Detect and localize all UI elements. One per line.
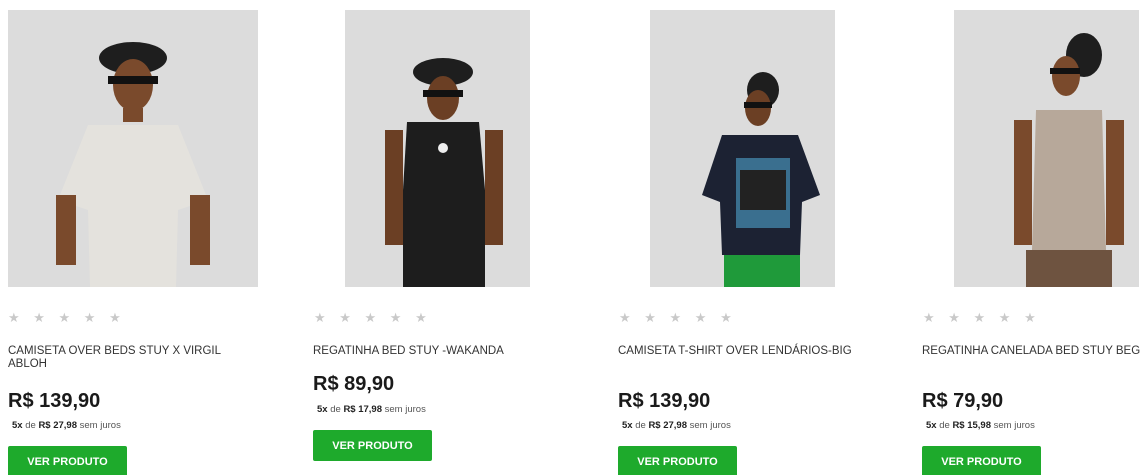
product-title[interactable]: CAMISETA T-SHIRT OVER LENDÁRIOS-BIG [618, 345, 858, 358]
product-card: ★ ★ ★ ★ ★ CAMISETA OVER BEDS STUY X VIRG… [8, 0, 258, 475]
product-price: R$ 139,90 [8, 390, 101, 412]
product-card: ★ ★ ★ ★ ★ REGATINHA CANELADA BED STUY BE… [922, 0, 1140, 475]
product-price: R$ 139,90 [618, 390, 711, 412]
rating-stars: ★ ★ ★ ★ ★ [619, 310, 737, 325]
rating-stars: ★ ★ ★ ★ ★ [923, 310, 1041, 325]
installment-info: 5x de R$ 17,98 sem juros [317, 404, 426, 415]
installment-value: R$ 27,98 [38, 420, 77, 431]
product-card: ★ ★ ★ ★ ★ REGATINHA BED STUY -WAKANDA R$… [313, 0, 553, 475]
installment-suffix: sem juros [993, 420, 1035, 431]
installment-count: 5x [622, 420, 633, 431]
view-product-button[interactable]: VER PRODUTO [313, 430, 432, 461]
rating-stars: ★ ★ ★ ★ ★ [314, 310, 432, 325]
product-image[interactable] [954, 10, 1139, 287]
product-image[interactable] [8, 10, 258, 287]
installment-info: 5x de R$ 15,98 sem juros [926, 420, 1035, 431]
installment-suffix: sem juros [79, 420, 121, 431]
installment-de: de [635, 420, 646, 431]
product-image[interactable] [650, 10, 835, 287]
installment-de: de [330, 404, 341, 415]
product-title[interactable]: REGATINHA BED STUY -WAKANDA [313, 345, 553, 358]
installment-count: 5x [317, 404, 328, 415]
installment-count: 5x [12, 420, 23, 431]
product-title[interactable]: REGATINHA CANELADA BED STUY BEGE [922, 345, 1140, 358]
installment-suffix: sem juros [384, 404, 426, 415]
installment-info: 5x de R$ 27,98 sem juros [12, 420, 121, 431]
product-image[interactable] [345, 10, 530, 287]
installment-count: 5x [926, 420, 937, 431]
installment-suffix: sem juros [689, 420, 731, 431]
product-grid: ★ ★ ★ ★ ★ CAMISETA OVER BEDS STUY X VIRG… [0, 0, 1140, 475]
installment-info: 5x de R$ 27,98 sem juros [622, 420, 731, 431]
installment-de: de [25, 420, 36, 431]
view-product-button[interactable]: VER PRODUTO [618, 446, 737, 475]
product-price: R$ 79,90 [922, 390, 1004, 412]
installment-value: R$ 17,98 [343, 404, 382, 415]
installment-value: R$ 27,98 [648, 420, 687, 431]
product-card: ★ ★ ★ ★ ★ CAMISETA T-SHIRT OVER LENDÁRIO… [618, 0, 858, 475]
product-title[interactable]: CAMISETA OVER BEDS STUY X VIRGIL ABLOH [8, 345, 248, 371]
product-price: R$ 89,90 [313, 373, 395, 395]
installment-de: de [939, 420, 950, 431]
installment-value: R$ 15,98 [952, 420, 991, 431]
view-product-button[interactable]: VER PRODUTO [8, 446, 127, 475]
rating-stars: ★ ★ ★ ★ ★ [8, 310, 126, 325]
view-product-button[interactable]: VER PRODUTO [922, 446, 1041, 475]
